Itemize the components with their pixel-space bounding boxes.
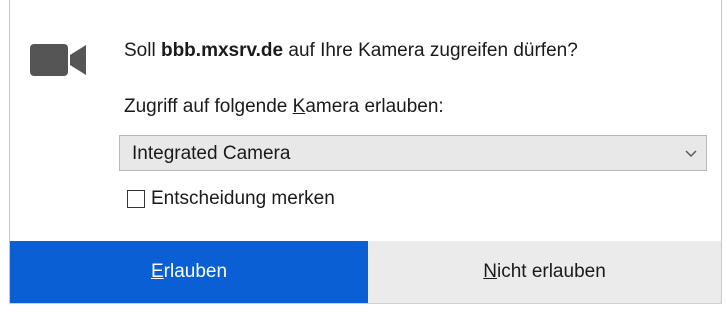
- deny-label-rest: icht erlauben: [496, 261, 606, 282]
- page: Soll bbb.mxsrv.de auf Ihre Kamera zugrei…: [0, 0, 727, 318]
- camera-select[interactable]: Integrated Camera: [119, 135, 707, 171]
- device-label-pre: Zugriff auf folgende: [124, 96, 293, 117]
- device-label-accesskey: K: [292, 96, 306, 117]
- remember-decision[interactable]: Entscheidung merken: [127, 187, 335, 211]
- camera-icon: [30, 44, 86, 76]
- deny-accesskey: N: [483, 261, 497, 282]
- allow-button-label: Erlauben: [151, 261, 227, 283]
- device-label: Zugriff auf folgende Kamera erlauben:: [124, 96, 444, 118]
- title-suffix: auf Ihre Kamera zugreifen dürfen?: [283, 40, 578, 61]
- deny-button-label: Nicht erlauben: [483, 261, 606, 283]
- title-prefix: Soll: [124, 40, 161, 61]
- allow-accesskey: E: [150, 261, 164, 282]
- chevron-down-icon: [685, 150, 697, 157]
- title-host: bbb.mxsrv.de: [160, 40, 284, 61]
- remember-label: Entscheidung merken: [151, 188, 335, 209]
- dialog-bottom-edge: [9, 303, 722, 304]
- permission-dialog: Soll bbb.mxsrv.de auf Ihre Kamera zugrei…: [9, 0, 722, 303]
- device-label-post: amera erlauben:: [305, 96, 444, 117]
- remember-checkbox[interactable]: [127, 190, 145, 208]
- deny-button[interactable]: Nicht erlauben: [368, 241, 721, 303]
- allow-button[interactable]: Erlauben: [10, 241, 368, 303]
- dialog-title: Soll bbb.mxsrv.de auf Ihre Kamera zugrei…: [124, 40, 578, 62]
- background-strip: [0, 303, 727, 318]
- camera-select-value: Integrated Camera: [132, 143, 291, 164]
- allow-label-rest: rlauben: [163, 261, 228, 282]
